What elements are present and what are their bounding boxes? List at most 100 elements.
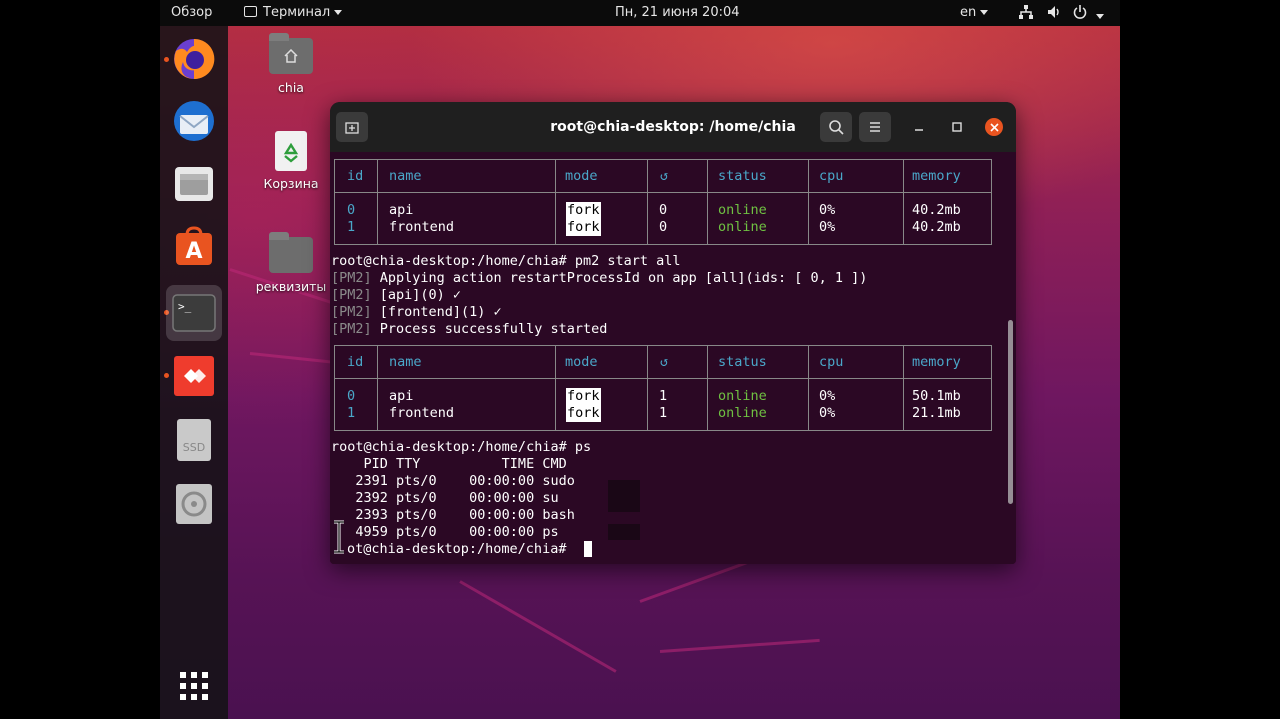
wallpaper-line: [659, 638, 820, 653]
ps-row: 2392 pts/0 00:00:00 su: [331, 490, 559, 506]
minimize-icon: [915, 129, 923, 131]
close-icon: [989, 122, 999, 132]
dim-block: [608, 480, 640, 512]
pm2-output-line: [PM2] [api](0) ✓: [331, 287, 461, 304]
software-icon: A: [176, 226, 212, 265]
desktop-icon-home[interactable]: chia: [251, 33, 331, 95]
cell-memory: 40.2mb: [912, 202, 961, 218]
disc-icon: [176, 484, 212, 524]
pm2-message: Process successfully started: [371, 321, 608, 337]
volume-icon[interactable]: [1046, 4, 1062, 24]
prompt: root@chia-desktop:/home/chia#: [331, 439, 567, 455]
language-indicator[interactable]: en: [960, 5, 989, 20]
cell-cpu: 0%: [819, 202, 836, 218]
svg-text:A: A: [185, 239, 202, 264]
desktop-icon-trash[interactable]: Корзина: [251, 131, 331, 191]
command-line: root@chia-desktop:/home/chia# pm2 start …: [331, 253, 681, 270]
dock-terminal[interactable]: >_: [166, 285, 222, 341]
col-header-mode: mode: [565, 354, 598, 370]
prompt: ot@chia-desktop:/home/chia#: [347, 541, 567, 557]
cell-id: 0: [347, 202, 356, 218]
cell-memory: 40.2mb: [912, 219, 961, 235]
terminal-titlebar[interactable]: root@chia-desktop: /home/chia: [330, 102, 1016, 152]
cell-memory: 21.1mb: [912, 405, 961, 421]
desktop-icon-folder[interactable]: реквизиты: [251, 232, 331, 294]
dock-software[interactable]: A: [166, 219, 222, 275]
thunderbird-icon: [174, 101, 214, 141]
anydesk-icon: [174, 356, 214, 396]
home-folder-icon: [269, 33, 313, 74]
pm2-tag: [PM2]: [331, 287, 372, 303]
cell-cpu: 0%: [819, 219, 836, 235]
app-menu-label: Терминал: [263, 5, 331, 20]
cell-mode: fork: [566, 202, 601, 219]
col-header-cpu: cpu: [819, 168, 844, 184]
prompt: root@chia-desktop:/home/chia#: [331, 253, 567, 269]
dock-ssd[interactable]: SSD: [166, 412, 222, 468]
svg-text:>_: >_: [178, 300, 192, 313]
ps-row: 2393 pts/0 00:00:00 bash: [331, 507, 575, 523]
minimize-button[interactable]: [910, 118, 928, 136]
pm2-tag: [PM2]: [331, 304, 372, 320]
dock: A >_ SSD: [160, 26, 228, 719]
desktop-icon-label: chia: [278, 80, 304, 95]
close-button[interactable]: [985, 118, 1003, 136]
scrollbar-thumb[interactable]: [1008, 320, 1013, 504]
command-line: root@chia-desktop:/home/chia# ps: [331, 439, 591, 456]
col-header-mode: mode: [565, 168, 598, 184]
language-label: en: [960, 5, 977, 20]
ps-header: PID TTY TIME CMD: [331, 456, 567, 472]
firefox-icon: [174, 38, 215, 79]
col-header-name: name: [389, 354, 422, 370]
cell-mode: fork: [566, 405, 601, 422]
dock-firefox[interactable]: [166, 31, 222, 87]
wallpaper-line: [459, 580, 617, 673]
show-apps-button[interactable]: [166, 658, 222, 714]
network-icon[interactable]: [1018, 4, 1034, 24]
cell-restarts: 0: [659, 202, 668, 218]
cell-name: frontend: [389, 219, 455, 235]
pm2-output-line: [PM2] [frontend](1) ✓: [331, 304, 502, 321]
power-icon[interactable]: [1072, 4, 1105, 24]
col-header-id: id: [347, 168, 364, 184]
cell-id: 0: [347, 388, 356, 404]
menu-button[interactable]: [859, 112, 891, 142]
cell-name: frontend: [389, 405, 455, 421]
col-header-memory: memory: [912, 354, 961, 370]
pm2-output-line: [PM2] Applying action restartProcessId o…: [331, 270, 867, 287]
dock-anydesk[interactable]: [166, 348, 222, 404]
pm2-tag: [PM2]: [331, 321, 372, 337]
col-header-status: status: [718, 354, 767, 370]
folder-icon: [269, 232, 313, 273]
dock-files[interactable]: [166, 156, 222, 212]
maximize-button[interactable]: [948, 118, 966, 136]
terminal-window: root@chia-desktop: /home/chia id name mo…: [330, 102, 1016, 564]
col-header-id: id: [347, 354, 364, 370]
clock[interactable]: Пн, 21 июня 20:04: [615, 5, 740, 20]
dock-thunderbird[interactable]: [166, 93, 222, 149]
desktop-icon-label: реквизиты: [255, 279, 327, 294]
terminal-output[interactable]: id name mode ↺ status cpu memory 0 api f…: [330, 152, 1016, 564]
col-header-restarts: ↺: [660, 354, 669, 370]
pm2-process-table: id name mode ↺ status cpu memory 0 api f…: [334, 159, 992, 245]
cell-cpu: 0%: [819, 388, 836, 404]
chevron-down-icon: [1096, 14, 1105, 19]
cell-restarts: 0: [659, 219, 668, 235]
chevron-down-icon: [334, 10, 343, 15]
command-text: pm2 start all: [566, 253, 681, 269]
cell-status: online: [718, 388, 767, 404]
pm2-message: Applying action restartProcessId on app …: [371, 270, 868, 286]
cell-id: 1: [347, 405, 356, 421]
ssd-label: SSD: [182, 441, 206, 454]
cell-mode: fork: [566, 219, 601, 236]
col-header-name: name: [389, 168, 422, 184]
command-text: ps: [566, 439, 592, 455]
app-menu[interactable]: Терминал: [244, 5, 343, 20]
cell-restarts: 1: [659, 405, 668, 421]
search-button[interactable]: [820, 112, 852, 142]
chevron-down-icon: [980, 10, 989, 15]
terminal-icon: >_: [172, 294, 216, 332]
activities-button[interactable]: Обзор: [171, 5, 212, 20]
dock-disc[interactable]: [166, 476, 222, 532]
cell-mode: fork: [566, 388, 601, 405]
